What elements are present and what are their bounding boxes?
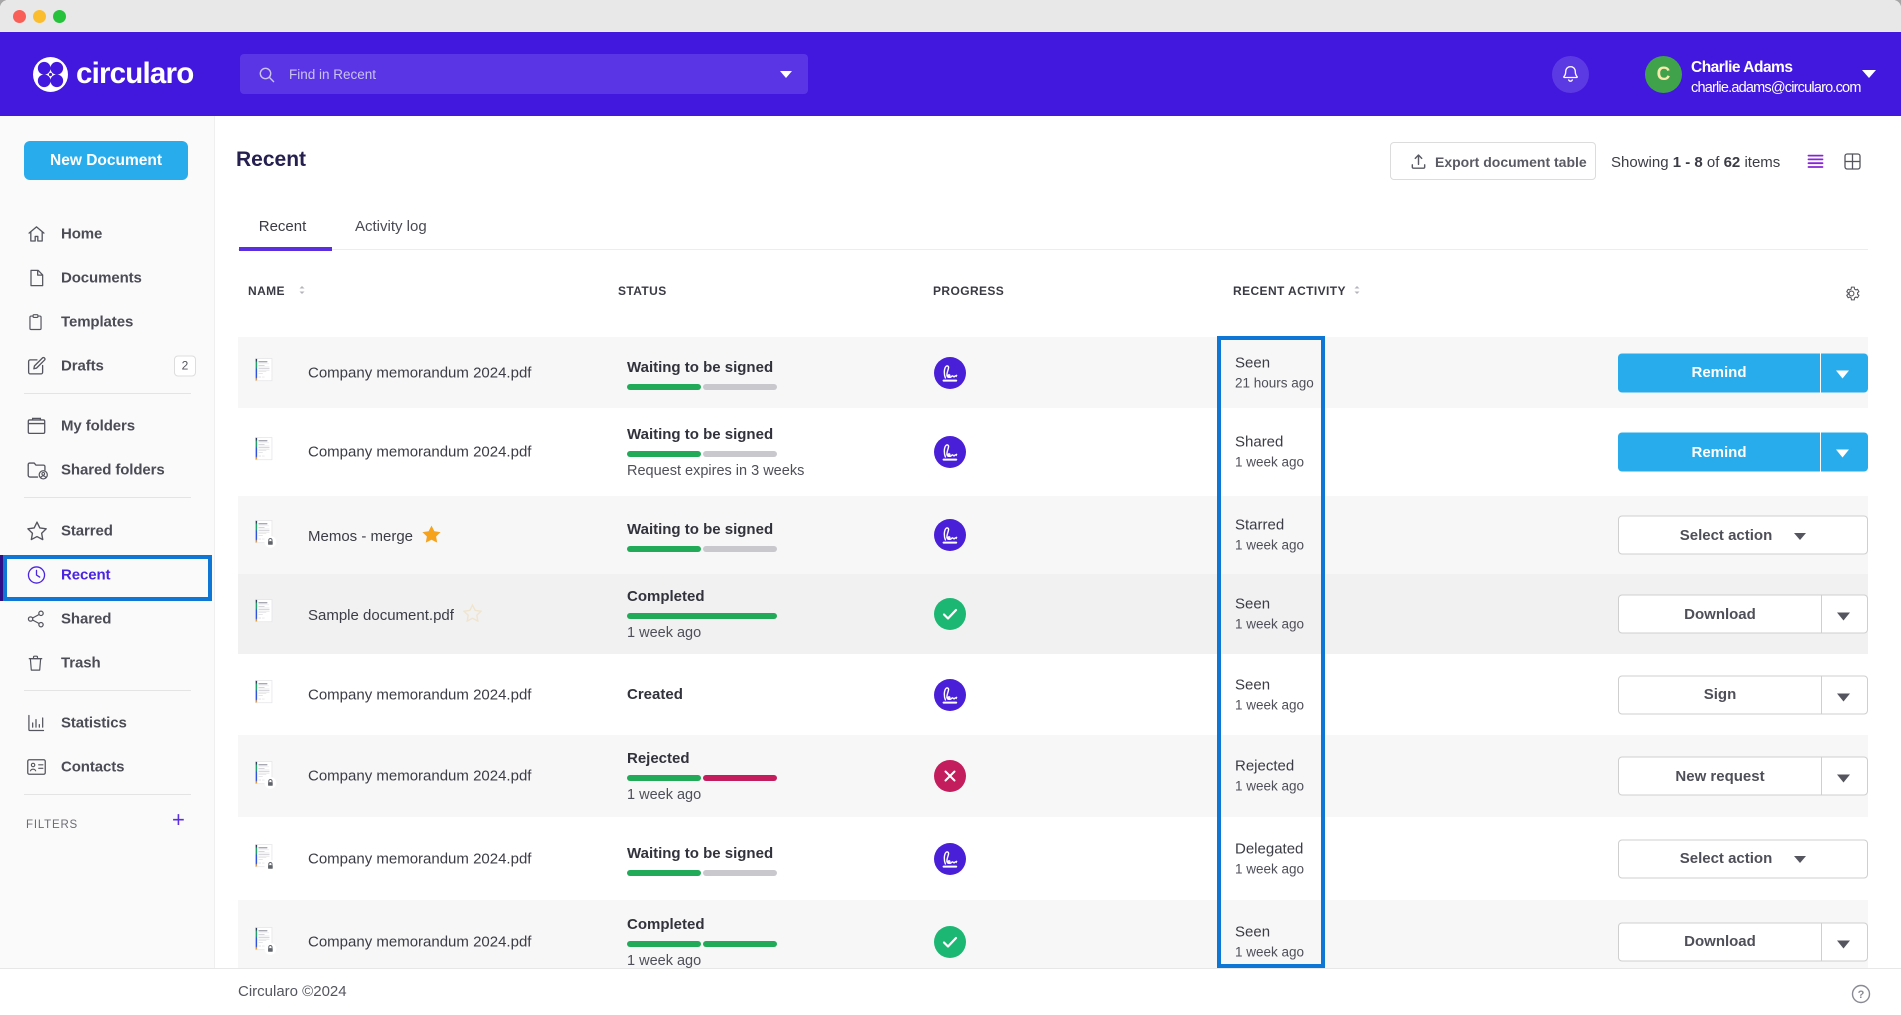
- svg-text:?: ?: [1858, 989, 1865, 1001]
